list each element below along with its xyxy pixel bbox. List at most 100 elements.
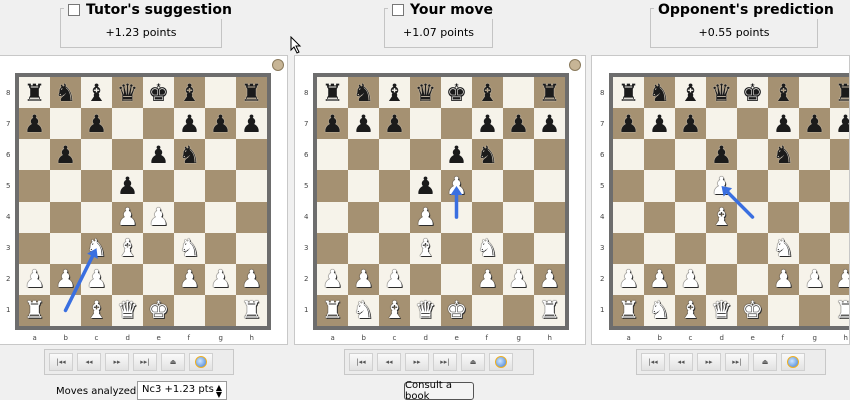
- black-rook-icon[interactable]: ♜: [241, 81, 263, 105]
- square-c5[interactable]: [675, 170, 706, 202]
- white-pawn-icon[interactable]: ♟: [179, 267, 201, 291]
- white-pawn-icon[interactable]: ♟: [649, 267, 671, 291]
- square-a7[interactable]: ♟: [19, 108, 50, 140]
- square-e7[interactable]: [737, 108, 768, 140]
- black-pawn-icon[interactable]: ♟: [148, 143, 170, 167]
- black-bishop-icon[interactable]: ♝: [86, 81, 108, 105]
- white-pawn-icon[interactable]: ♟: [711, 174, 733, 198]
- white-pawn-icon[interactable]: ♟: [241, 267, 263, 291]
- white-pawn-icon[interactable]: ♟: [117, 205, 139, 229]
- square-b7[interactable]: [50, 108, 81, 140]
- square-g2[interactable]: ♟: [799, 263, 830, 295]
- square-g4[interactable]: [799, 201, 830, 233]
- black-pawn-icon[interactable]: ♟: [804, 112, 826, 136]
- square-d5[interactable]: ♟: [706, 170, 737, 202]
- square-c7[interactable]: ♟: [81, 108, 112, 140]
- square-a3[interactable]: [613, 232, 644, 264]
- square-h8[interactable]: ♜: [830, 77, 849, 109]
- square-g4[interactable]: [205, 201, 236, 233]
- square-b1[interactable]: [50, 294, 81, 326]
- white-pawn-icon[interactable]: ♟: [680, 267, 702, 291]
- square-d8[interactable]: ♛: [706, 77, 737, 109]
- square-d1[interactable]: ♛: [706, 294, 737, 326]
- square-d2[interactable]: [706, 263, 737, 295]
- chess-board[interactable]: ♜ ♞ ♝ ♛ ♚ ♝ ♜ ♟ ♟ ♟ ♟ ♟ ♟ ♟ ♞ ♟ ♟ ♟ ♞ ♝ ♞ ♟ ♟ ♟ ♟ ♟ ♟ ♜ ♝ ♛ ♚ ♜: [19, 77, 267, 326]
- next-button[interactable]: ▸▸: [405, 353, 429, 371]
- square-b2[interactable]: ♟: [50, 263, 81, 295]
- white-bishop-icon[interactable]: ♝: [680, 298, 702, 322]
- square-g3[interactable]: [503, 232, 534, 264]
- square-f1[interactable]: [768, 294, 799, 326]
- square-g6[interactable]: [205, 139, 236, 171]
- square-f7[interactable]: ♟: [768, 108, 799, 140]
- square-g8[interactable]: [205, 77, 236, 109]
- square-a2[interactable]: ♟: [613, 263, 644, 295]
- black-pawn-icon[interactable]: ♟: [773, 112, 795, 136]
- square-f6[interactable]: ♞: [768, 139, 799, 171]
- black-knight-icon[interactable]: ♞: [353, 81, 375, 105]
- square-e6[interactable]: ♟: [441, 139, 472, 171]
- white-pawn-icon[interactable]: ♟: [353, 267, 375, 291]
- square-c7[interactable]: ♟: [379, 108, 410, 140]
- square-c3[interactable]: [675, 232, 706, 264]
- moves-analyzed-select[interactable]: Nc3 +1.23 pts ▲ ▼: [137, 381, 227, 400]
- last-button[interactable]: ▸▸|: [133, 353, 157, 371]
- square-h2[interactable]: ♟: [236, 263, 267, 295]
- square-g1[interactable]: [799, 294, 830, 326]
- black-rook-icon[interactable]: ♜: [24, 81, 46, 105]
- prev-button[interactable]: ◂◂: [377, 353, 401, 371]
- white-pawn-icon[interactable]: ♟: [539, 267, 561, 291]
- square-d1[interactable]: ♛: [112, 294, 143, 326]
- square-d2[interactable]: [410, 263, 441, 295]
- square-c2[interactable]: ♟: [675, 263, 706, 295]
- white-bishop-icon[interactable]: ♝: [711, 205, 733, 229]
- square-b8[interactable]: ♞: [348, 77, 379, 109]
- square-d4[interactable]: ♟: [410, 201, 441, 233]
- white-pawn-icon[interactable]: ♟: [148, 205, 170, 229]
- white-rook-icon[interactable]: ♜: [24, 298, 46, 322]
- square-e1[interactable]: ♚: [441, 294, 472, 326]
- white-rook-icon[interactable]: ♜: [618, 298, 640, 322]
- square-e6[interactable]: ♟: [143, 139, 174, 171]
- black-rook-icon[interactable]: ♜: [835, 81, 849, 105]
- square-d6[interactable]: ♟: [706, 139, 737, 171]
- square-h1[interactable]: ♜: [830, 294, 849, 326]
- square-c1[interactable]: ♝: [81, 294, 112, 326]
- square-g5[interactable]: [503, 170, 534, 202]
- next-button[interactable]: ▸▸: [105, 353, 129, 371]
- black-pawn-icon[interactable]: ♟: [179, 112, 201, 136]
- black-pawn-icon[interactable]: ♟: [353, 112, 375, 136]
- square-b2[interactable]: ♟: [348, 263, 379, 295]
- square-h3[interactable]: [236, 232, 267, 264]
- square-g2[interactable]: ♟: [503, 263, 534, 295]
- square-b6[interactable]: ♟: [50, 139, 81, 171]
- square-h6[interactable]: [236, 139, 267, 171]
- square-d2[interactable]: [112, 263, 143, 295]
- square-c1[interactable]: ♝: [379, 294, 410, 326]
- chess-board[interactable]: ♜ ♞ ♝ ♛ ♚ ♝ ♜ ♟ ♟ ♟ ♟ ♟ ♟ ♟ ♞ ♟ ♝ ♞ ♟ ♟ ♟ ♟ ♟ ♟ ♜ ♞ ♝ ♛ ♚ ♜: [613, 77, 849, 326]
- square-e5[interactable]: [737, 170, 768, 202]
- square-a5[interactable]: [613, 170, 644, 202]
- square-e3[interactable]: [143, 232, 174, 264]
- white-pawn-icon[interactable]: ♟: [24, 267, 46, 291]
- square-f6[interactable]: ♞: [174, 139, 205, 171]
- black-queen-icon[interactable]: ♛: [711, 81, 733, 105]
- square-c3[interactable]: ♞: [81, 232, 112, 264]
- black-queen-icon[interactable]: ♛: [117, 81, 139, 105]
- square-h3[interactable]: [534, 232, 565, 264]
- first-button[interactable]: |◂◂: [641, 353, 665, 371]
- square-e4[interactable]: ♟: [143, 201, 174, 233]
- white-king-icon[interactable]: ♚: [742, 298, 764, 322]
- black-pawn-icon[interactable]: ♟: [508, 112, 530, 136]
- square-a6[interactable]: [613, 139, 644, 171]
- spinner-arrows-icon[interactable]: ▲ ▼: [216, 384, 222, 399]
- square-a6[interactable]: [317, 139, 348, 171]
- square-h8[interactable]: ♜: [534, 77, 565, 109]
- white-knight-icon[interactable]: ♞: [773, 236, 795, 260]
- square-g2[interactable]: ♟: [205, 263, 236, 295]
- square-f3[interactable]: ♞: [472, 232, 503, 264]
- white-knight-icon[interactable]: ♞: [477, 236, 499, 260]
- square-b3[interactable]: [644, 232, 675, 264]
- black-bishop-icon[interactable]: ♝: [179, 81, 201, 105]
- black-pawn-icon[interactable]: ♟: [384, 112, 406, 136]
